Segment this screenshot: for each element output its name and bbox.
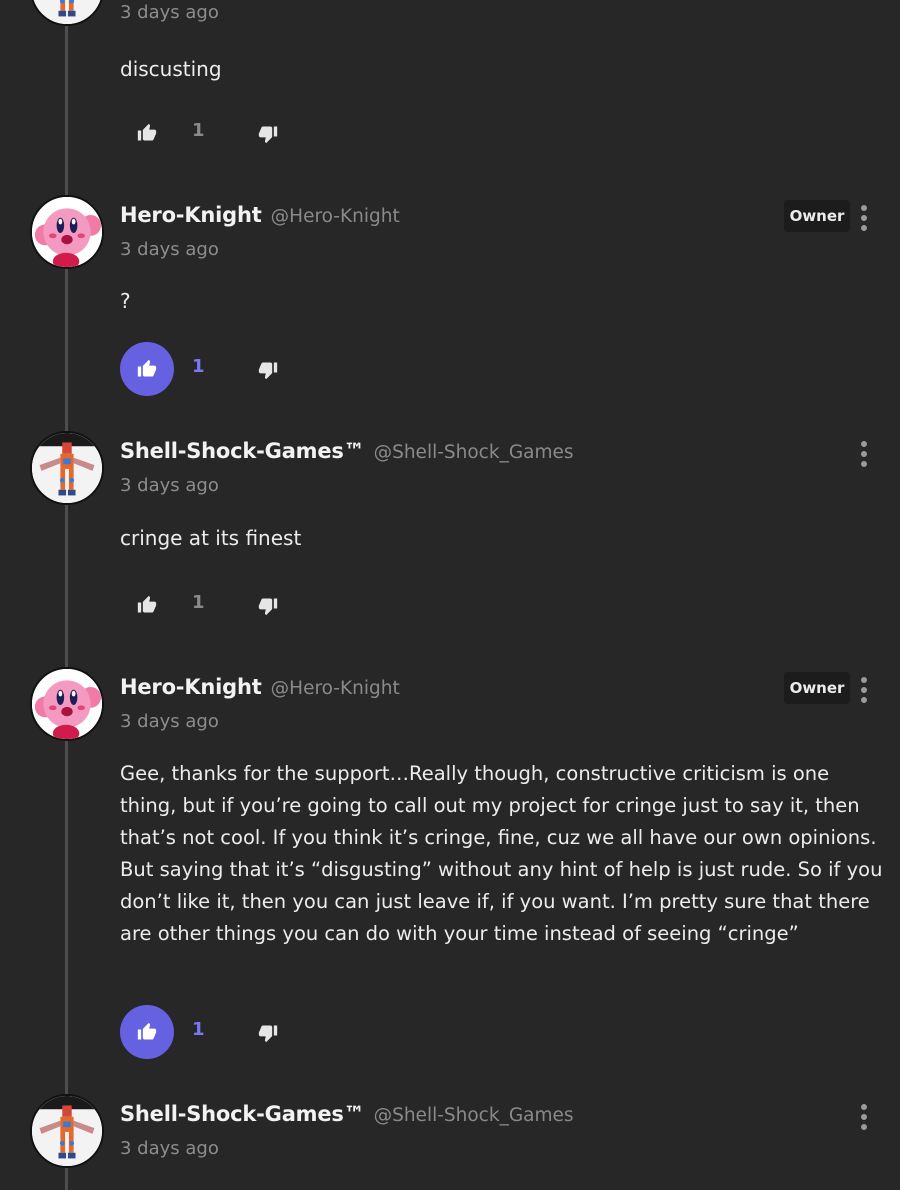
thumbs-up-icon — [137, 1022, 157, 1042]
username[interactable]: Shell-Shock-Games™ — [120, 439, 365, 463]
avatar[interactable] — [30, 195, 104, 269]
user-handle: @Shell-Shock_Games — [373, 1105, 574, 1126]
like-count: 1 — [192, 356, 205, 377]
like-count: 1 — [192, 120, 205, 141]
avatar[interactable] — [30, 667, 104, 741]
like-button[interactable] — [120, 578, 174, 632]
avatar[interactable] — [30, 1094, 104, 1168]
comment-time: 3 days ago — [120, 1138, 219, 1159]
thumbs-down-icon — [258, 596, 278, 616]
comment-actions: 1 — [118, 578, 318, 634]
avatar[interactable] — [30, 431, 104, 505]
comment-header: Shell-Shock-Games™ @Shell-Shock_Games — [120, 1102, 574, 1126]
user-handle: @Hero-Knight — [270, 678, 400, 699]
thumbs-up-icon — [137, 595, 157, 615]
avatar[interactable] — [30, 0, 104, 26]
comment-actions: 1 — [118, 342, 318, 398]
comment-time: 3 days ago — [120, 711, 219, 732]
like-count: 1 — [192, 1019, 205, 1040]
dislike-button[interactable] — [254, 592, 282, 620]
username[interactable]: Hero-Knight — [120, 675, 262, 699]
username[interactable]: Shell-Shock-Games™ — [120, 1102, 365, 1126]
like-count: 1 — [192, 592, 205, 613]
user-handle: @Shell-Shock_Games — [373, 442, 574, 463]
comment-header: Hero-Knight @Hero-Knight — [120, 203, 400, 227]
thumbs-down-icon — [258, 360, 278, 380]
user-handle: @Hero-Knight — [270, 206, 400, 227]
comment-time: 3 days ago — [120, 239, 219, 260]
dislike-button[interactable] — [254, 120, 282, 148]
like-button[interactable] — [120, 106, 174, 160]
more-options-button[interactable] — [852, 205, 876, 233]
comment-text: ? — [120, 289, 131, 313]
more-options-button[interactable] — [852, 441, 876, 469]
comment-thread: 3 days ago discusting 1 Hero-Knight @Her… — [0, 0, 900, 1190]
thumbs-down-icon — [258, 124, 278, 144]
owner-badge: Owner — [784, 200, 850, 232]
comment-time: 3 days ago — [120, 2, 219, 23]
comment-actions: 1 — [118, 1005, 318, 1061]
more-options-button[interactable] — [852, 1104, 876, 1132]
more-options-button[interactable] — [852, 677, 876, 705]
owner-badge: Owner — [784, 672, 850, 704]
comment-text: cringe at its finest — [120, 526, 302, 550]
dislike-button[interactable] — [254, 1019, 282, 1047]
dislike-button[interactable] — [254, 356, 282, 384]
comment-time: 3 days ago — [120, 475, 219, 496]
like-button[interactable] — [120, 342, 174, 396]
comment-text: Gee, thanks for the support…Really thoug… — [120, 762, 883, 945]
username[interactable]: Hero-Knight — [120, 203, 262, 227]
like-button[interactable] — [120, 1005, 174, 1059]
comment-text: discusting — [120, 57, 222, 81]
comment-header: Shell-Shock-Games™ @Shell-Shock_Games — [120, 439, 574, 463]
thumbs-up-icon — [137, 359, 157, 379]
comment-actions: 1 — [118, 106, 318, 162]
thread-line — [65, 0, 68, 1190]
comment-header: Hero-Knight @Hero-Knight — [120, 675, 400, 699]
thumbs-up-icon — [137, 123, 157, 143]
thumbs-down-icon — [258, 1023, 278, 1043]
